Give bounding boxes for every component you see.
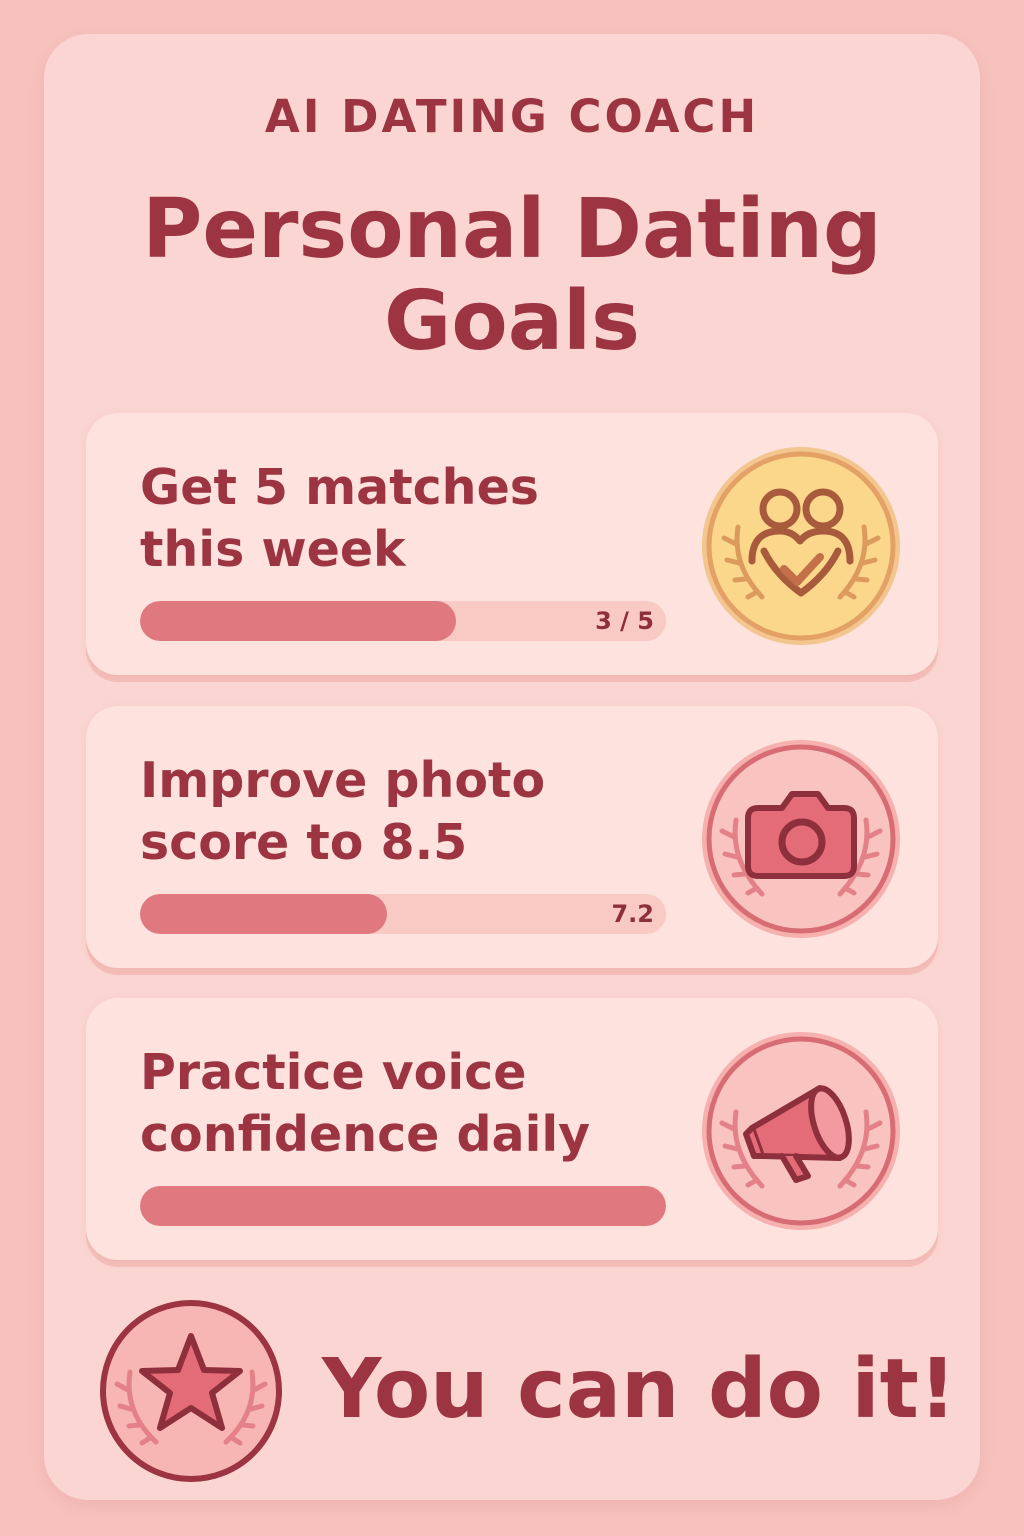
goal-title-voice: Practice voice confidence daily bbox=[140, 1044, 591, 1163]
progress-label-photo-score: 7.2 bbox=[611, 900, 654, 928]
goal-title-matches: Get 5 matches this week bbox=[140, 459, 539, 578]
star-icon bbox=[100, 1300, 282, 1482]
goals-panel: AI DATING COACH Personal Dating Goals Ge… bbox=[44, 34, 980, 1500]
page-title: Personal Dating Goals bbox=[142, 182, 882, 369]
progress-fill-photo-score bbox=[140, 894, 388, 934]
progress-bar-photo-score: 7.2 bbox=[140, 894, 666, 934]
camera-icon bbox=[702, 740, 900, 938]
progress-bar-matches: 3 / 5 bbox=[140, 601, 666, 641]
progress-bar-voice bbox=[140, 1186, 666, 1226]
motivational-message: You can do it! bbox=[322, 1342, 957, 1437]
goal-card-photo-score[interactable]: Improve photo score to 8.5 7.2 bbox=[86, 706, 938, 968]
progress-fill-matches bbox=[140, 601, 456, 641]
goal-title-photo-score: Improve photo score to 8.5 bbox=[140, 752, 546, 871]
megaphone-icon bbox=[702, 1032, 900, 1230]
couple-heart-check-icon bbox=[702, 447, 900, 645]
app-eyebrow: AI DATING COACH bbox=[264, 90, 760, 143]
progress-fill-voice bbox=[140, 1186, 666, 1226]
goal-card-voice[interactable]: Practice voice confidence daily bbox=[86, 998, 938, 1260]
goal-card-matches[interactable]: Get 5 matches this week 3 / 5 bbox=[86, 413, 938, 675]
progress-label-matches: 3 / 5 bbox=[595, 607, 654, 635]
